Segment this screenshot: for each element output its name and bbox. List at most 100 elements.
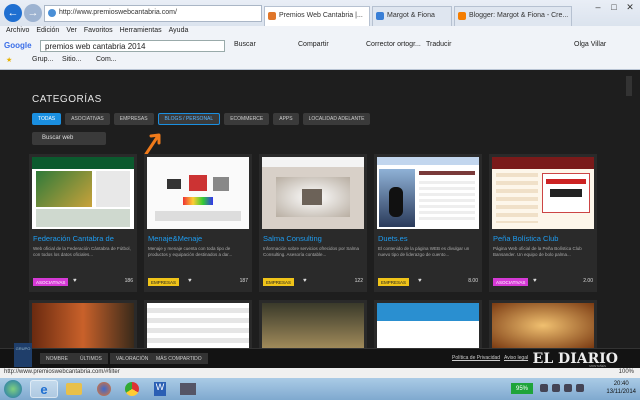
- status-url: http://www.premioswebcantabria.com/#filt…: [4, 369, 120, 375]
- ie-taskbar-icon[interactable]: e: [30, 380, 58, 398]
- web-card[interactable]: [144, 300, 252, 348]
- category-badge[interactable]: ASOCIATIVAS: [33, 278, 69, 286]
- sort-compartido-button[interactable]: MÁS COMPARTIDO: [150, 353, 208, 364]
- signal-icon[interactable]: [576, 384, 584, 392]
- filter-todas[interactable]: TODAS: [32, 113, 62, 125]
- firefox-taskbar-icon[interactable]: [90, 380, 118, 398]
- legal-link[interactable]: Aviso legal: [504, 355, 528, 361]
- start-button[interactable]: [4, 380, 22, 398]
- web-card[interactable]: [29, 300, 137, 348]
- folder-icon: [66, 383, 82, 395]
- category-badge[interactable]: EMPRESAS: [263, 278, 295, 286]
- web-card[interactable]: Duets.es El contenido de la página WEB e…: [374, 154, 482, 292]
- menu-item-favoritos[interactable]: Favoritos: [84, 27, 113, 38]
- sort-nombre-button[interactable]: NOMBRE: [40, 353, 74, 364]
- arrow-right-icon: →: [27, 7, 39, 19]
- filter-empresas[interactable]: EMPRESAS: [113, 113, 154, 125]
- ie-icon: e: [40, 381, 48, 397]
- arrow-left-icon: ←: [7, 7, 19, 19]
- card-description: Menaje y menaje cuenta con toda tipo de …: [148, 246, 233, 258]
- address-bar[interactable]: http://www.premioswebcantabria.com/: [44, 5, 262, 22]
- privacy-link[interactable]: Política de Privacidad: [452, 355, 500, 361]
- search-web-button[interactable]: Buscar web: [32, 132, 106, 145]
- scroll-handle[interactable]: [626, 76, 632, 96]
- heart-icon[interactable]: ♥: [188, 278, 192, 284]
- globe-icon: [48, 9, 56, 17]
- google-buscar-button[interactable]: Buscar: [234, 41, 256, 48]
- favorite-item[interactable]: Com...: [96, 56, 117, 63]
- network-icon[interactable]: [540, 384, 548, 392]
- close-button[interactable]: ✕: [622, 0, 638, 14]
- google-corrector-button[interactable]: Corrector ortogr...: [366, 41, 421, 48]
- card-thumbnail: [492, 157, 594, 229]
- menu-item-ayuda[interactable]: Ayuda: [169, 27, 189, 38]
- card-title: Peña Bolística Club: [493, 234, 559, 243]
- card-thumbnail: [492, 303, 594, 348]
- card-thumbnail: [377, 157, 479, 229]
- filter-blogs-personal[interactable]: BLOGS / PERSONAL: [157, 113, 221, 125]
- firefox-icon: [97, 382, 111, 396]
- filter-apps[interactable]: APPS: [273, 113, 299, 125]
- web-card[interactable]: [259, 300, 367, 348]
- web-card[interactable]: [374, 300, 482, 348]
- card-title: Federación Cantabra de: [33, 234, 114, 243]
- filter-localidad[interactable]: LOCALIDAD ADELANTE: [302, 113, 371, 125]
- card-thumbnail: [377, 303, 479, 348]
- web-card[interactable]: Salma Consulting Información sobre servi…: [259, 154, 367, 292]
- card-thumbnail: [32, 303, 134, 348]
- blogger-icon: [458, 12, 466, 20]
- sort-valoracion-button[interactable]: VALORACIÓN: [110, 353, 155, 364]
- page-content: CATEGORÍAS TODAS ASOCIATIVAS EMPRESAS BL…: [0, 70, 640, 348]
- minimize-button[interactable]: –: [590, 0, 606, 14]
- tab-margot[interactable]: Margot & Fiona: [372, 6, 452, 26]
- category-badge[interactable]: ASOCIATIVAS: [493, 278, 529, 286]
- favorite-item[interactable]: Sitio...: [62, 56, 81, 63]
- group-badge[interactable]: GRUPO: [14, 343, 32, 367]
- card-thumbnail: [147, 157, 249, 229]
- web-card[interactable]: Peña Bolística Club Página Web oficial d…: [489, 154, 597, 292]
- page-footer: GRUPO NOMBRE ÚLTIMOS VALORACIÓN MÁS COMP…: [0, 343, 640, 368]
- card-title: Salma Consulting: [263, 234, 322, 243]
- tab-blogger[interactable]: Blogger: Margot & Fiona - Cre...: [454, 6, 572, 26]
- web-card[interactable]: [489, 300, 597, 348]
- heart-icon[interactable]: ♥: [73, 278, 77, 284]
- google-user-button[interactable]: Olga Villar: [574, 41, 606, 48]
- web-card[interactable]: Federación Cantabra de Web oficial de la…: [29, 154, 137, 292]
- menu-item-archivo[interactable]: Archivo: [6, 27, 29, 38]
- tab-premios[interactable]: Premios Web Cantabria |...: [264, 6, 370, 26]
- app-taskbar-icon[interactable]: [174, 380, 202, 398]
- battery-indicator[interactable]: 95%: [511, 383, 533, 394]
- forward-button[interactable]: →: [24, 4, 42, 22]
- zoom-level[interactable]: 100%: [619, 369, 634, 375]
- menu-item-ver[interactable]: Ver: [66, 27, 77, 38]
- favorite-item[interactable]: Grup...: [32, 56, 53, 63]
- google-compartir-button[interactable]: Compartir: [298, 41, 329, 48]
- heart-icon[interactable]: ♥: [418, 278, 422, 284]
- volume-icon[interactable]: [564, 384, 572, 392]
- system-clock[interactable]: 20:40 13/11/2014: [606, 381, 636, 397]
- explorer-taskbar-icon[interactable]: [60, 380, 88, 398]
- word-taskbar-icon[interactable]: W: [146, 380, 174, 398]
- star-icon[interactable]: ★: [6, 56, 12, 64]
- chrome-taskbar-icon[interactable]: [118, 380, 146, 398]
- card-description: Web oficial de la Federación Cántabra de…: [33, 246, 131, 258]
- vote-count: 2.00: [583, 278, 593, 284]
- maximize-button[interactable]: □: [606, 0, 622, 14]
- heart-icon[interactable]: ♥: [303, 278, 307, 284]
- filter-ecommerce[interactable]: ECOMMERCE: [224, 113, 270, 125]
- address-text: http://www.premioswebcantabria.com/: [59, 9, 177, 16]
- back-button[interactable]: ←: [4, 4, 22, 22]
- web-card[interactable]: Menaje&Menaje Menaje y menaje cuenta con…: [144, 154, 252, 292]
- menu-item-herramientas[interactable]: Herramientas: [120, 27, 162, 38]
- category-badge[interactable]: EMPRESAS: [378, 278, 410, 286]
- card-description: El contenido de la página WEB es divulga…: [378, 246, 470, 258]
- filter-asociativas[interactable]: ASOCIATIVAS: [65, 113, 110, 125]
- menu-item-edicion[interactable]: Edición: [36, 27, 59, 38]
- flag-icon[interactable]: [552, 384, 560, 392]
- heart-icon[interactable]: ♥: [533, 278, 537, 284]
- category-badge[interactable]: EMPRESAS: [148, 278, 180, 286]
- card-footer: ASOCIATIVAS ♥ 186: [33, 278, 133, 288]
- google-traducir-button[interactable]: Traducir: [426, 41, 451, 48]
- google-search-input[interactable]: premios web cantabria 2014: [40, 40, 225, 52]
- sort-ultimos-button[interactable]: ÚLTIMOS: [74, 353, 108, 364]
